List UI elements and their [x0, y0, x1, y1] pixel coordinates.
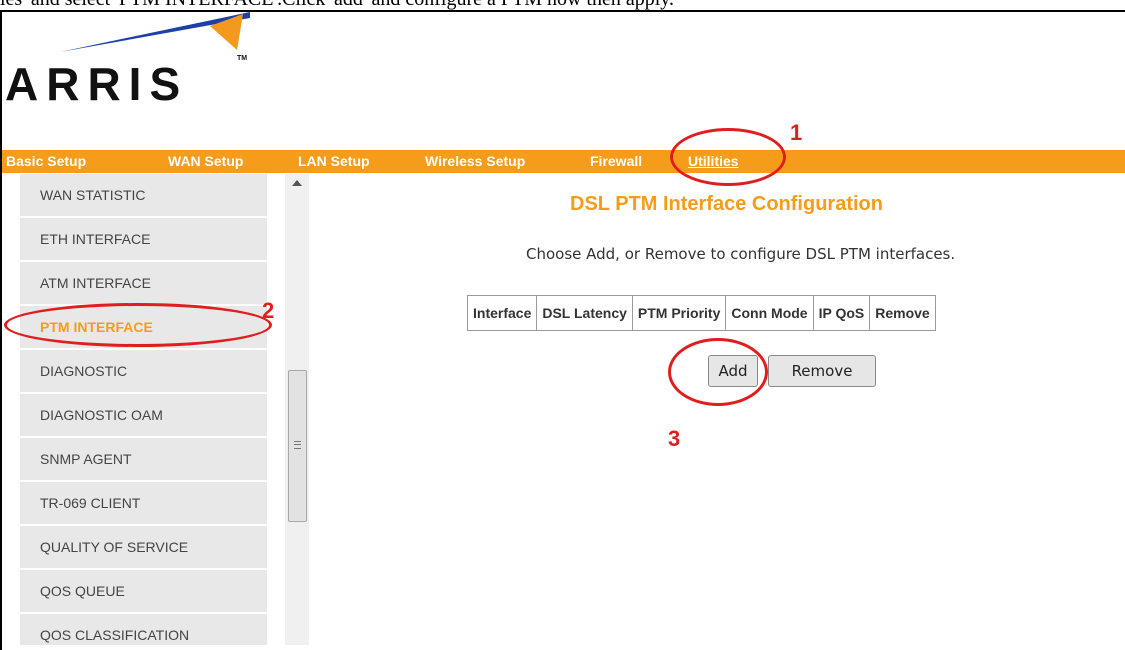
sidebar-scrollbar[interactable] — [285, 174, 309, 645]
annotation-circle-utilities — [670, 128, 786, 186]
ptm-interface-table: Interface DSL Latency PTM Priority Conn … — [466, 295, 936, 331]
sidebar-item-wan-statistic[interactable]: WAN STATISTIC — [20, 174, 267, 218]
table-header-row: Interface DSL Latency PTM Priority Conn … — [466, 295, 936, 331]
annotation-step-2: 2 — [262, 298, 275, 323]
scroll-up-arrow-icon[interactable] — [292, 180, 302, 186]
annotation-circle-ptm-interface — [4, 303, 272, 347]
sidebar-item-atm-interface[interactable]: ATM INTERFACE — [20, 262, 267, 306]
col-ip-qos: IP QoS — [812, 295, 871, 331]
page-description: Choose Add, or Remove to configure DSL P… — [526, 245, 956, 263]
nav-basic-setup[interactable]: Basic Setup — [6, 150, 86, 173]
sidebar-item-tr069-client[interactable]: TR-069 CLIENT — [20, 482, 267, 526]
col-dsl-latency: DSL Latency — [536, 295, 633, 331]
col-interface: Interface — [466, 295, 538, 331]
col-ptm-priority: PTM Priority — [631, 295, 727, 331]
sidebar-item-qos-queue[interactable]: QOS QUEUE — [20, 570, 267, 614]
sidebar-menu: WAN STATISTIC ETH INTERFACE ATM INTERFAC… — [20, 174, 267, 645]
arris-logo: TM ARRIS — [5, 12, 275, 110]
logo-trademark: TM — [237, 55, 247, 62]
sidebar-item-diagnostic-oam[interactable]: DIAGNOSTIC OAM — [20, 394, 267, 438]
nav-firewall[interactable]: Firewall — [590, 150, 642, 173]
remove-button[interactable]: Remove — [768, 355, 876, 387]
col-conn-mode: Conn Mode — [725, 295, 814, 331]
annotation-step-1: 1 — [790, 120, 803, 145]
logo-text: ARRIS — [5, 58, 189, 110]
col-remove: Remove — [869, 295, 936, 331]
scrollbar-thumb[interactable] — [288, 370, 307, 522]
sidebar-item-quality-of-service[interactable]: QUALITY OF SERVICE — [20, 526, 267, 570]
nav-wan-setup[interactable]: WAN Setup — [168, 150, 243, 173]
annotation-step-3: 3 — [668, 426, 681, 451]
sidebar-item-diagnostic[interactable]: DIAGNOSTIC — [20, 350, 267, 394]
sidebar-item-eth-interface[interactable]: ETH INTERFACE — [20, 218, 267, 262]
page-title: DSL PTM Interface Configuration — [570, 193, 883, 215]
nav-lan-setup[interactable]: LAN Setup — [298, 150, 370, 173]
sidebar-item-qos-classification[interactable]: QOS CLASSIFICATION — [20, 614, 267, 645]
sidebar-item-snmp-agent[interactable]: SNMP AGENT — [20, 438, 267, 482]
annotation-circle-add — [668, 338, 768, 406]
top-navbar: Basic Setup WAN Setup LAN Setup Wireless… — [2, 150, 1125, 173]
nav-wireless-setup[interactable]: Wireless Setup — [425, 150, 525, 173]
thumb-grip-icon — [294, 441, 301, 449]
